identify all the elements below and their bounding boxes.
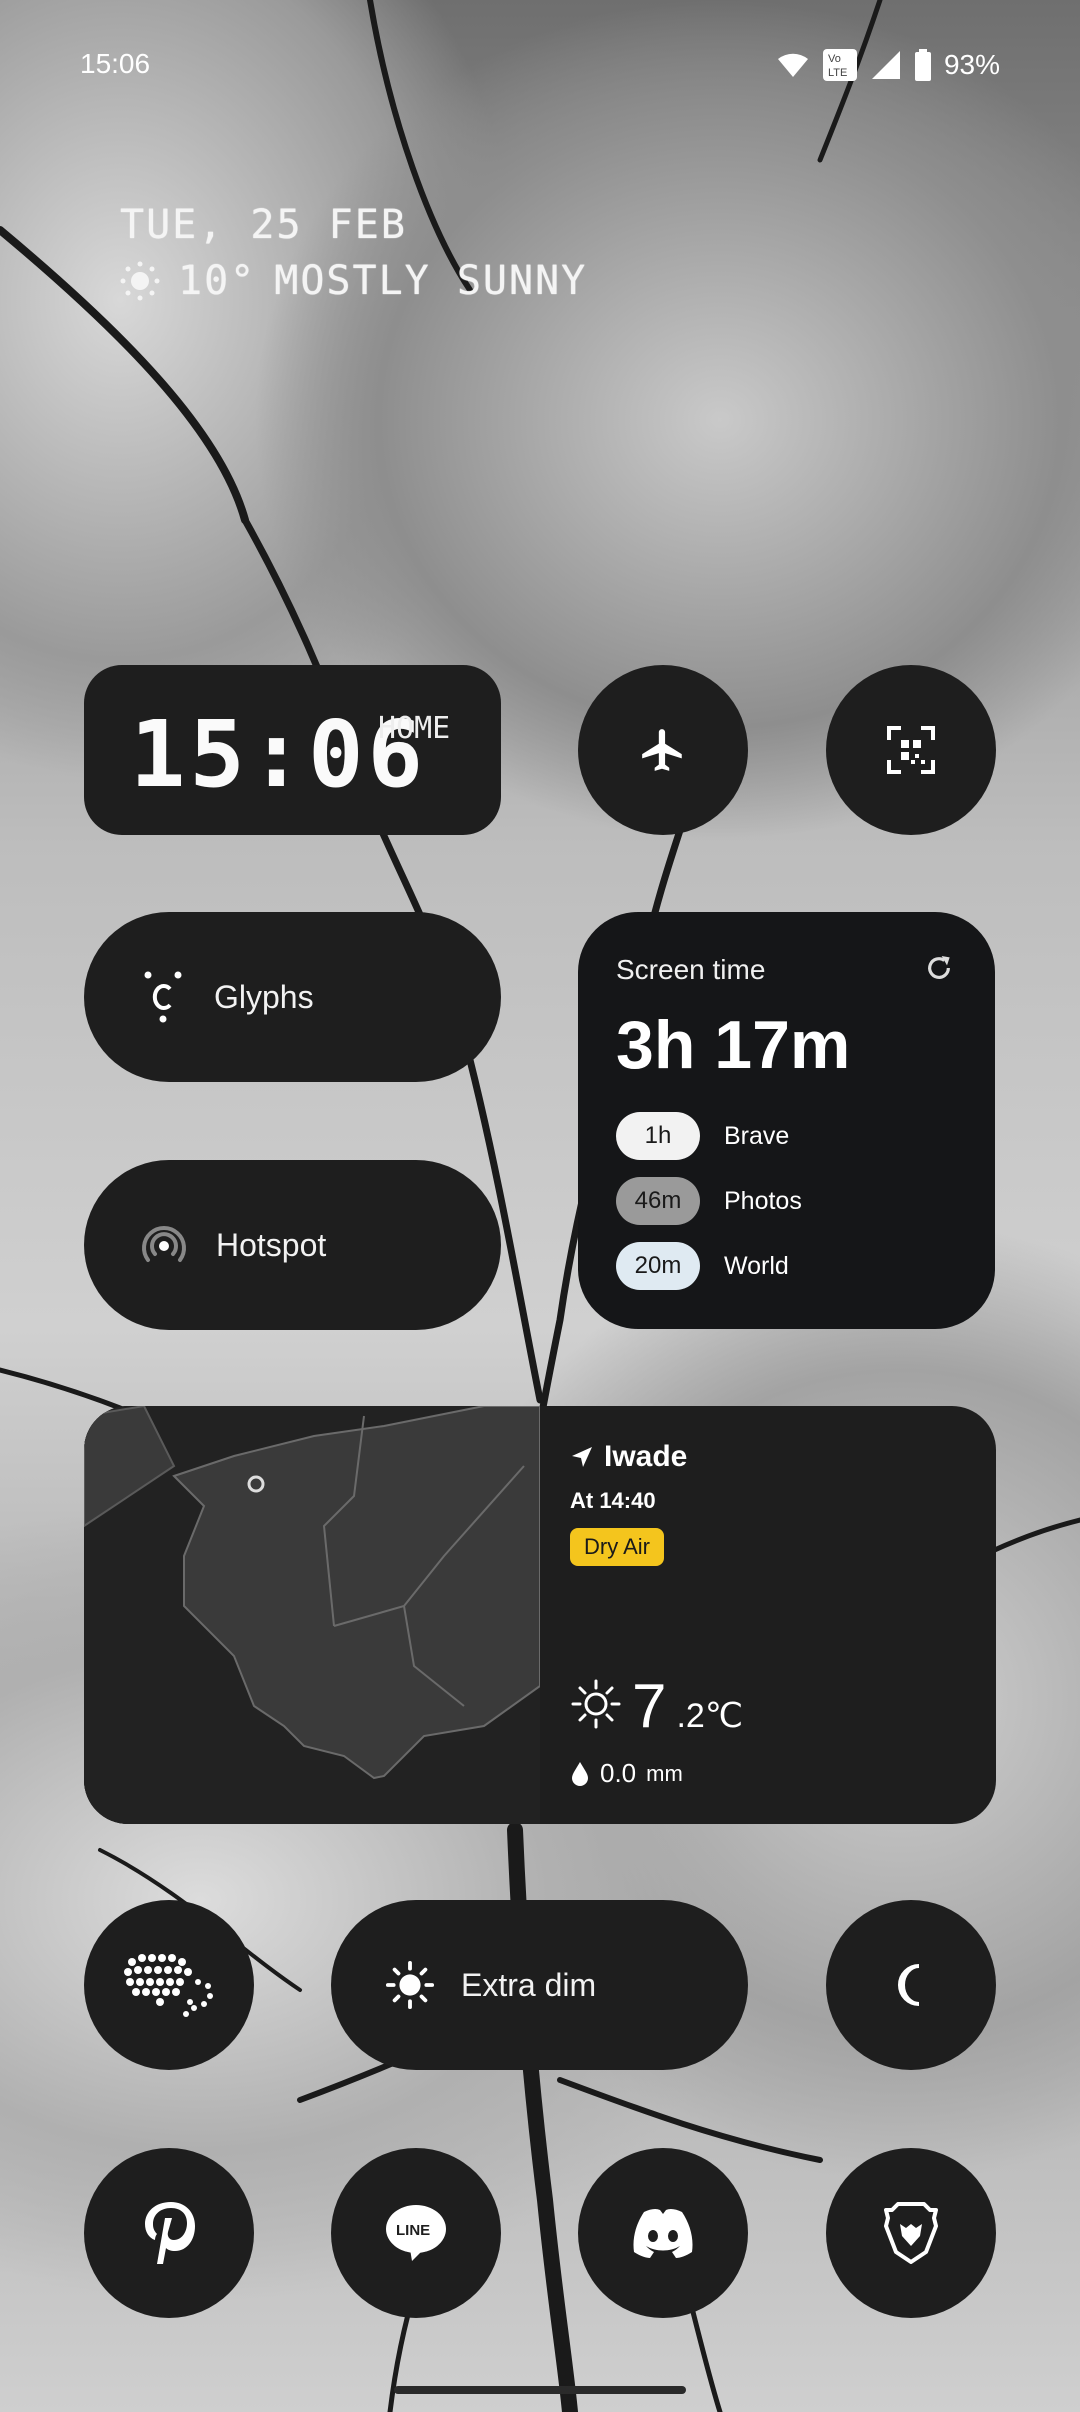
glyph-icon	[144, 971, 182, 1023]
moon-icon	[898, 1964, 920, 2006]
temp-whole: 7	[632, 1672, 667, 1741]
discord-icon	[633, 2208, 693, 2258]
screen-time-row: 20m World	[616, 1242, 789, 1290]
weather-location: Iwade	[570, 1440, 687, 1474]
home-indicator[interactable]	[394, 2386, 686, 2394]
weather-map	[84, 1406, 540, 1824]
svg-text:Vo: Vo	[828, 53, 841, 65]
clock-label: HOME	[378, 711, 451, 746]
brave-app[interactable]	[826, 2148, 996, 2318]
hotspot-icon	[142, 1226, 186, 1262]
glyphs-tile[interactable]: Glyphs	[84, 912, 501, 1082]
signal-icon	[871, 51, 900, 79]
weather-widget[interactable]: Iwade At 14:40 Dry Air 7 .2℃ 0.0 mm	[84, 1406, 996, 1824]
screen-time-title: Screen time	[616, 954, 766, 985]
svg-text:LTE: LTE	[828, 67, 847, 79]
screen-time-total: 3h 17m	[616, 1007, 851, 1083]
lockscreen-date: TUE, 25 FEB	[120, 202, 407, 248]
temp-decimal: .2℃	[676, 1697, 744, 1735]
hotspot-label: Hotspot	[216, 1226, 327, 1263]
rain-unit: mm	[646, 1760, 683, 1786]
screen-time-row: 46m Photos	[616, 1177, 802, 1225]
screen-time-badge: 1h	[616, 1112, 700, 1160]
glyphs-label: Glyphs	[214, 978, 314, 1015]
battery-percent: 93%	[943, 49, 1000, 80]
screen-time-badge: 20m	[616, 1242, 700, 1290]
line-app[interactable]: LINE	[331, 2148, 501, 2318]
chat-bubble-icon	[124, 1954, 213, 2017]
weather-alert-badge: Dry Air	[570, 1528, 664, 1566]
weather-rain: 0.0 mm	[570, 1758, 683, 1789]
status-bar: 15:06 Vo LTE 93%	[80, 48, 1000, 88]
weather-updated: At 14:40	[570, 1488, 656, 1513]
hotspot-tile[interactable]: Hotspot	[84, 1160, 501, 1330]
extra-dim-tile[interactable]: Extra dim	[331, 1900, 748, 2070]
status-icons: Vo LTE 93%	[776, 48, 1000, 82]
battery-icon	[914, 49, 931, 81]
refresh-icon[interactable]	[923, 952, 955, 984]
discord-app[interactable]	[578, 2148, 748, 2318]
screen-time-app: Photos	[724, 1186, 802, 1215]
screen-time-app: Brave	[724, 1121, 790, 1150]
airplane-icon	[642, 729, 682, 771]
screen-time-badge: 46m	[616, 1177, 700, 1225]
raindrop-icon	[572, 1761, 588, 1786]
rain-value: 0.0	[600, 1758, 637, 1788]
screen-time-app: World	[724, 1251, 789, 1280]
wifi-icon	[777, 53, 808, 77]
chat-widget-button[interactable]	[84, 1900, 254, 2070]
lockscreen-weather: 10° MOSTLY SUNNY	[120, 258, 587, 304]
weather-location-name: Iwade	[604, 1440, 688, 1473]
svg-text:LINE: LINE	[396, 2222, 430, 2239]
weather-temperature: 7 .2℃	[570, 1676, 743, 1738]
extra-dim-label: Extra dim	[461, 1966, 597, 2003]
location-arrow-icon	[572, 1447, 592, 1467]
airplane-mode-button[interactable]	[578, 665, 748, 835]
sun-icon	[571, 1679, 621, 1729]
lockscreen-condition: MOSTLY SUNNY	[274, 258, 588, 304]
brightness-icon	[385, 1960, 435, 2010]
clock-widget[interactable]: 15:06 HOME	[84, 665, 501, 835]
screen-time-row: 1h Brave	[616, 1112, 789, 1160]
pinterest-icon	[145, 2202, 195, 2264]
brave-lion-icon	[884, 2202, 938, 2264]
sun-icon	[120, 261, 160, 301]
lockscreen-temp: 10°	[178, 258, 257, 304]
qr-code-icon	[887, 726, 935, 774]
status-time: 15:06	[80, 48, 151, 79]
pinterest-app[interactable]	[84, 2148, 254, 2318]
dark-mode-button[interactable]	[826, 1900, 996, 2070]
volte-icon: Vo LTE	[822, 49, 857, 81]
line-icon: LINE	[386, 2205, 446, 2261]
screen-time-widget[interactable]: Screen time 3h 17m 1h Brave 46m Photos 2…	[578, 912, 995, 1329]
qr-scanner-button[interactable]	[826, 665, 996, 835]
